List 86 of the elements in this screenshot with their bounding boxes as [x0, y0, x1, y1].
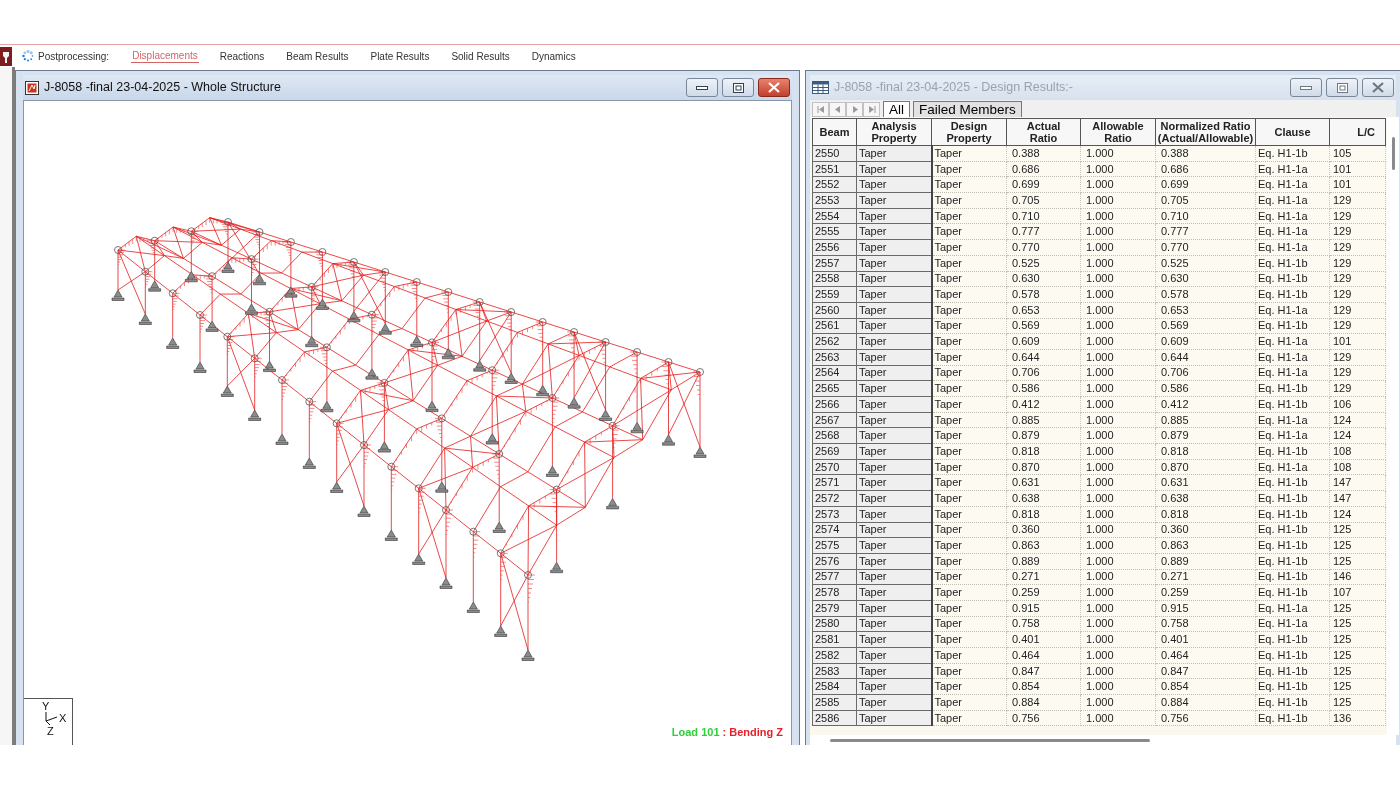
table-cell: 1.000 [1080, 255, 1156, 271]
table-cell: Taper [931, 600, 1007, 617]
table-cell: Taper [931, 302, 1007, 319]
result-type-label: : Bending Z [722, 724, 783, 740]
table-cell: Taper [931, 710, 1007, 726]
table-cell: Taper [931, 569, 1007, 585]
table-cell: 1.000 [1080, 616, 1156, 632]
axis-label: Z [47, 726, 54, 737]
toolbar-label: Postprocessing: [38, 49, 110, 64]
toolbar-tab[interactable]: Displacements [131, 49, 199, 63]
table-cell: Taper [931, 553, 1007, 570]
axis-label: X [59, 713, 67, 724]
app-icon[interactable] [0, 46, 12, 66]
table-cell: 1.000 [1080, 318, 1156, 334]
column-header: Actual Ratio [1006, 118, 1081, 146]
close-button[interactable] [758, 78, 790, 97]
table-cell: 1.000 [1080, 710, 1156, 726]
table-cell: 1.000 [1080, 271, 1156, 287]
table-cell: 1.000 [1080, 349, 1156, 366]
table-cell: Taper [931, 208, 1007, 224]
column-header: L/C [1329, 118, 1386, 146]
table-cell: 1.000 [1080, 506, 1156, 522]
close-icon [1372, 82, 1384, 93]
loading-dots-icon [22, 50, 34, 62]
load-case-label: Load 101 [671, 724, 720, 740]
column-header: Analysis Property [856, 118, 932, 146]
first-button[interactable] [812, 102, 829, 117]
column-header: Beam [812, 118, 857, 146]
table-cell: 1.000 [1080, 569, 1156, 585]
window-app-icon [25, 80, 39, 95]
sheet-tab[interactable]: All [883, 101, 910, 117]
previous-icon [832, 105, 843, 114]
close-icon [768, 82, 780, 93]
maximize-icon [1336, 82, 1348, 93]
table-cell: Taper [931, 271, 1007, 287]
table-cell: Taper [931, 522, 1007, 538]
maximize-icon [732, 82, 744, 93]
table-cell: Taper [931, 318, 1007, 334]
minimize-icon [1300, 85, 1312, 90]
sheet-tab[interactable]: Failed Members [913, 101, 1022, 117]
minimize-icon [696, 85, 708, 90]
table-cell: 1.000 [1080, 302, 1156, 319]
last-button[interactable] [863, 102, 880, 117]
next-button[interactable] [846, 102, 863, 117]
window-title: J-8058 -final 23-04-2025 - Whole Structure [44, 79, 281, 97]
table-cell: 1.000 [1080, 208, 1156, 224]
column-header: Clause [1255, 118, 1330, 146]
table-cell: Taper [931, 365, 1007, 381]
table-cell: 1.000 [1080, 553, 1156, 570]
maximize-button[interactable] [1326, 78, 1358, 97]
column-header: Normalized Ratio (Actual/Allowable) [1155, 118, 1256, 146]
close-button[interactable] [1362, 78, 1394, 97]
table-cell: 1.000 [1080, 663, 1156, 679]
scrollbar-thumb[interactable] [1391, 137, 1395, 170]
table-cell: Taper [931, 349, 1007, 366]
minimize-button[interactable] [1290, 78, 1322, 97]
toolbar-tab[interactable]: Plate Results [369, 49, 431, 63]
table-cell: Taper [931, 161, 1007, 177]
scrollbar-thumb[interactable] [830, 738, 1150, 742]
toolbar-tab[interactable]: Reactions [218, 49, 266, 63]
first-icon [815, 105, 826, 114]
axis-label: Y [42, 701, 50, 712]
axis-triad-icon [44, 712, 58, 725]
table-cell: 1.000 [1080, 161, 1156, 177]
toolbar-tab[interactable]: Beam Results [285, 49, 350, 63]
table-cell: Taper [931, 255, 1007, 271]
table-cell: Taper [931, 663, 1007, 679]
toolbar-tab[interactable]: Solid Results [450, 49, 511, 63]
maximize-button[interactable] [722, 78, 754, 97]
column-header: Design Property [931, 118, 1007, 146]
table-cell: 1.000 [1080, 412, 1156, 428]
last-icon [866, 105, 877, 114]
minimize-button[interactable] [686, 78, 718, 97]
table-cell: Taper [931, 506, 1007, 522]
table-icon [812, 81, 829, 94]
window-title: J-8058 -final 23-04-2025 - Design Results:- [834, 79, 1073, 97]
table-cell: Taper [931, 459, 1007, 475]
table-cell: 1.000 [1080, 600, 1156, 617]
table-cell: 1.000 [1080, 365, 1156, 381]
toolbar-tab[interactable]: Dynamics [530, 49, 577, 63]
column-header: Allowable Ratio [1080, 118, 1156, 146]
table-cell: 1.000 [1080, 522, 1156, 538]
table-cell: Taper [931, 616, 1007, 632]
previous-button[interactable] [829, 102, 846, 117]
table-cell: Taper [931, 412, 1007, 428]
table-cell: 1.000 [1080, 459, 1156, 475]
